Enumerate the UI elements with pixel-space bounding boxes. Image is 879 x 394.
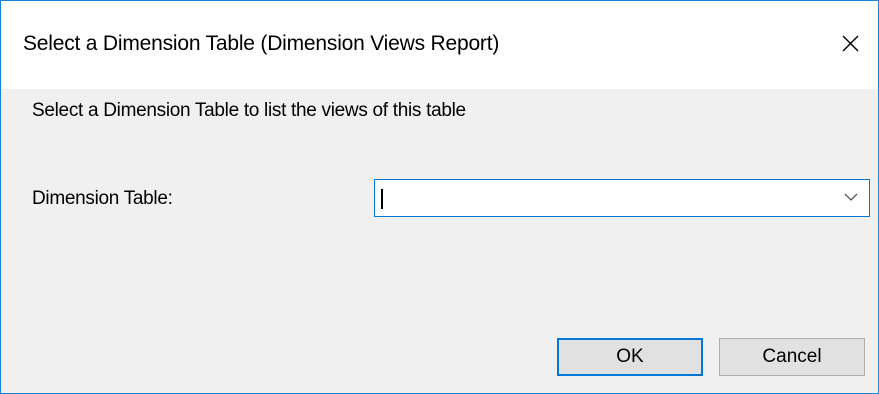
dimension-table-combobox[interactable] [374, 179, 870, 217]
dimension-table-label: Dimension Table: [32, 188, 173, 209]
instruction-text: Select a Dimension Table to list the vie… [32, 100, 466, 121]
dialog-body: Select a Dimension Table to list the vie… [1, 89, 878, 393]
dimension-table-input[interactable] [377, 182, 839, 214]
chevron-down-icon [844, 193, 858, 201]
close-button[interactable] [822, 1, 878, 89]
dropdown-button[interactable] [835, 180, 869, 216]
cancel-button[interactable]: Cancel [719, 338, 865, 376]
dialog-window: Select a Dimension Table (Dimension View… [0, 0, 879, 394]
close-icon [842, 35, 859, 52]
title-bar[interactable]: Select a Dimension Table (Dimension View… [1, 1, 878, 89]
text-caret [381, 189, 383, 209]
ok-button[interactable]: OK [557, 338, 703, 376]
dialog-title: Select a Dimension Table (Dimension View… [23, 32, 500, 55]
